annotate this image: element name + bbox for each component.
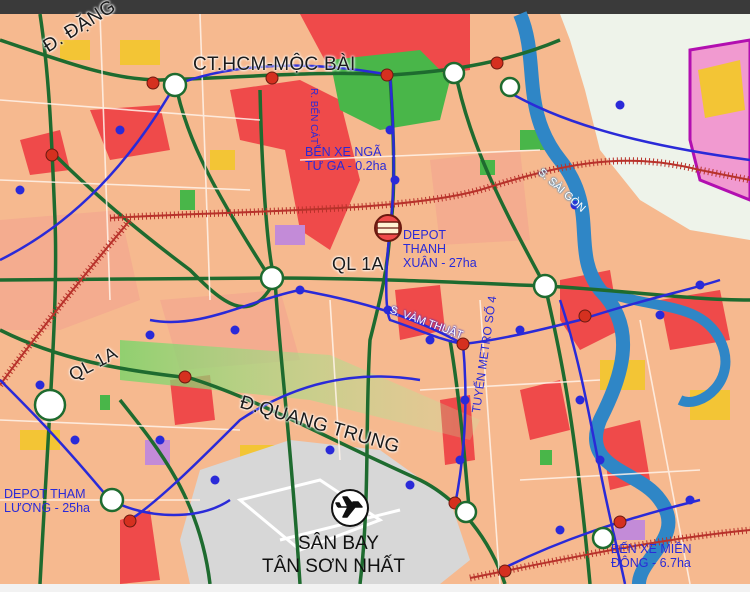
label-ben-xe-nga-tu-ga: BẾN XE NGÃ TƯ GA - 0.2ha: [305, 145, 387, 173]
district-2-yellow-zone: [698, 60, 745, 118]
label-depot-thanh-xuan: DEPOT THANH XUÂN - 27ha: [403, 228, 477, 270]
depot-icon: [374, 214, 402, 242]
road-label-ben-cat: R. BẾN CÁT: [308, 88, 319, 145]
airplane-icon: [331, 489, 369, 527]
label-depot-tham-luong: DEPOT THAM LƯƠNG - 25ha: [4, 487, 91, 515]
road-label-ql1a-center: QL 1A: [332, 254, 384, 274]
land-use-map[interactable]: [0, 0, 750, 592]
road-label-hcm-moc-bai: CT.HCM-MỘC BÀI: [193, 54, 356, 75]
label-tan-son-nhat: TÂN SƠN NHẤT: [262, 556, 405, 577]
bottom-bar: [0, 584, 750, 592]
label-ben-xe-mien-dong: BẾN XE MIỀN ĐÔNG - 6.7ha: [611, 542, 692, 570]
label-san-bay: SÂN BAY: [298, 533, 379, 554]
